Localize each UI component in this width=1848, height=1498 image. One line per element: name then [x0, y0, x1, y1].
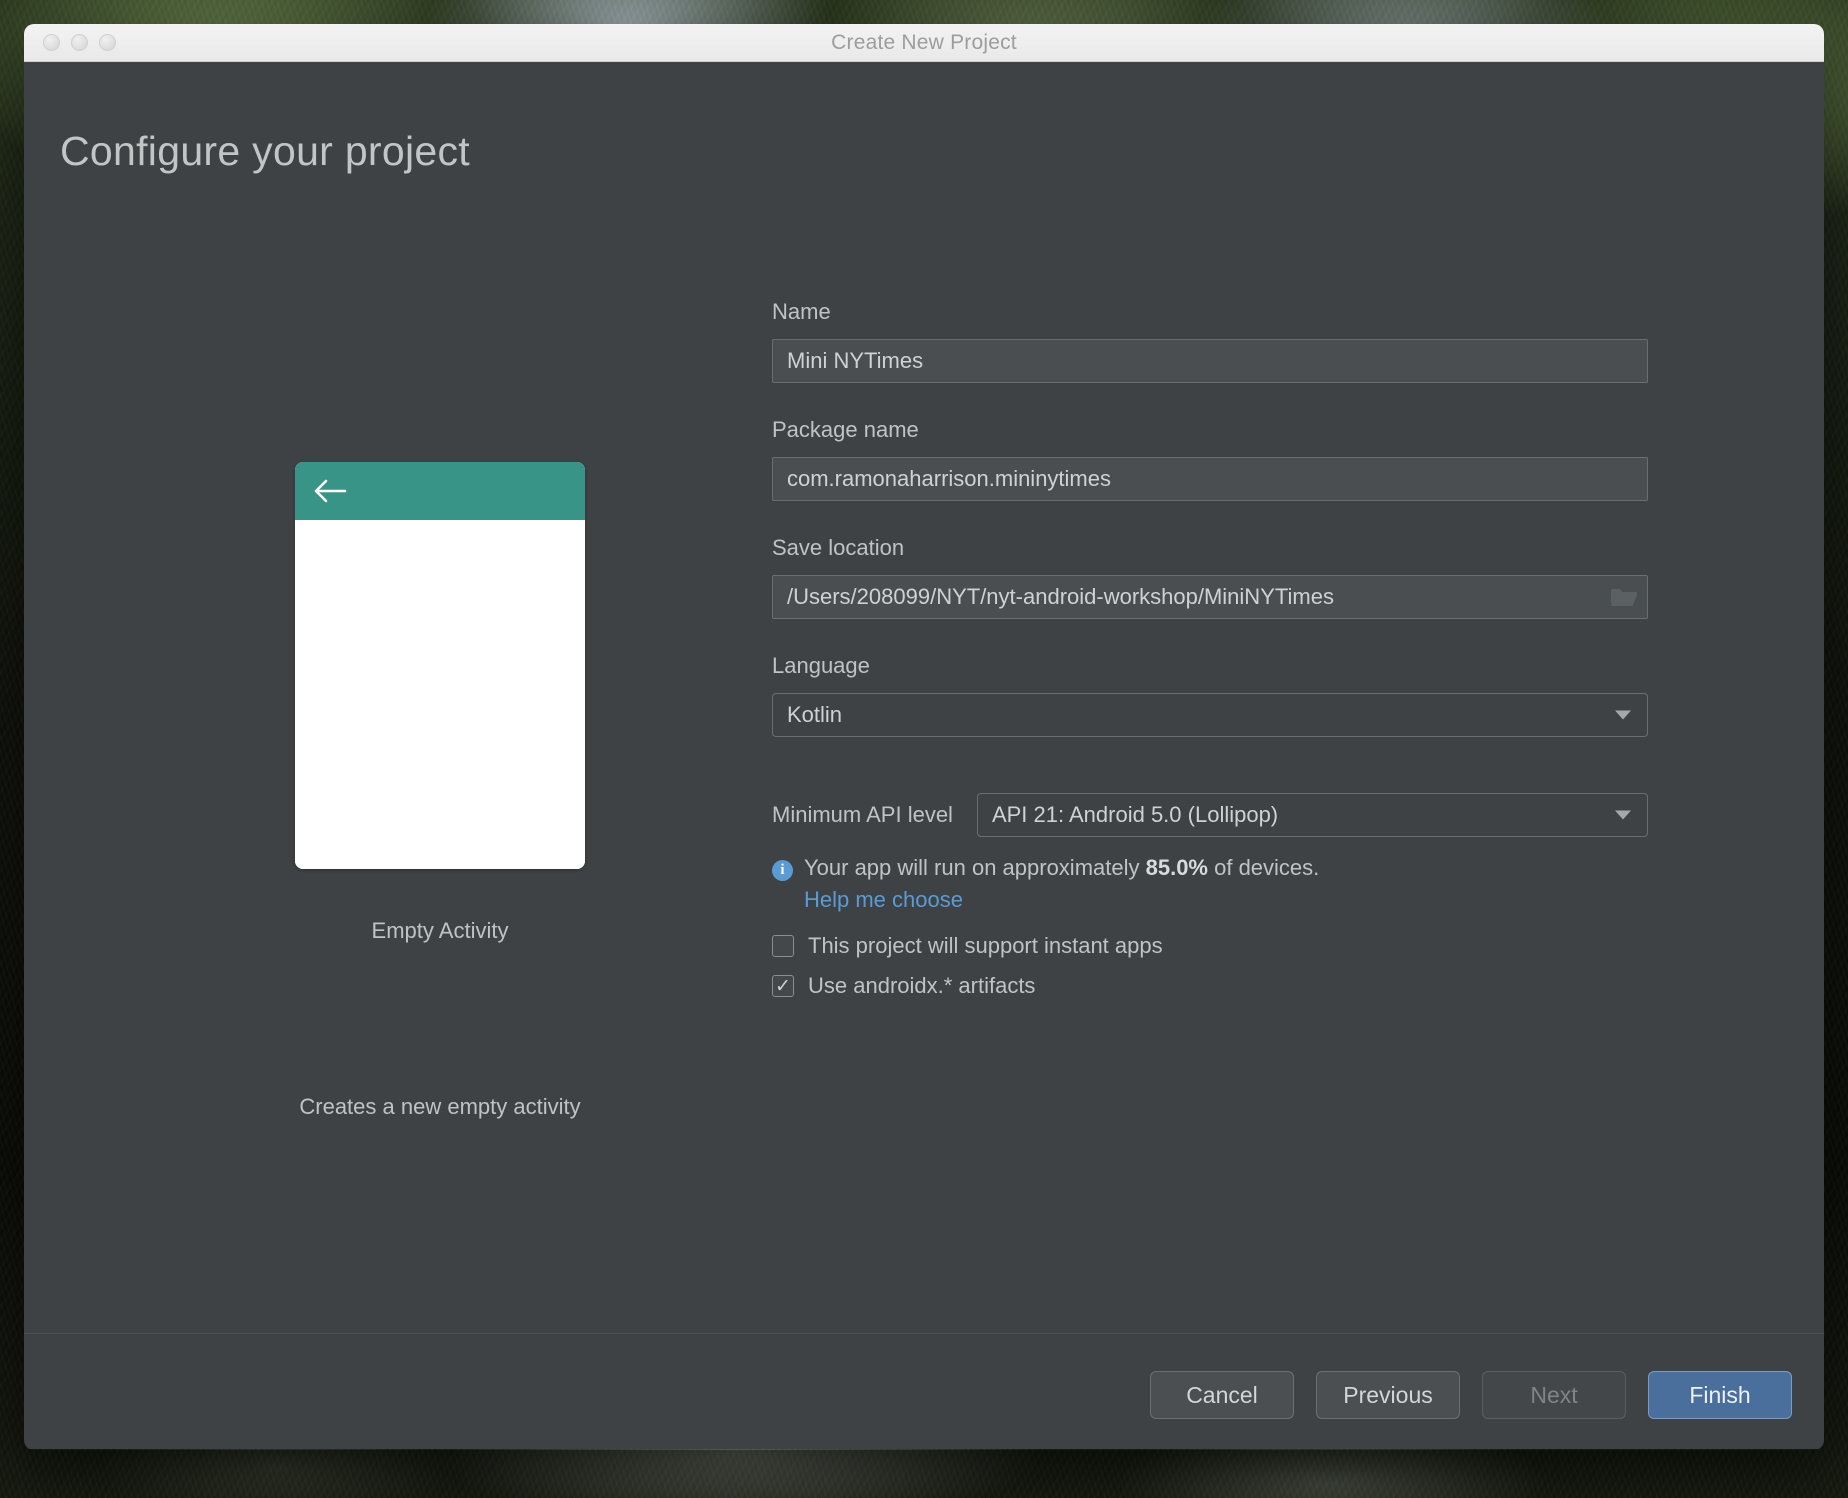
finish-button[interactable]: Finish	[1648, 1371, 1792, 1419]
field-package-name: Package name com.ramonaharrison.mininyti…	[772, 417, 1648, 501]
create-new-project-window: Create New Project Configure your projec…	[24, 24, 1824, 1450]
field-language: Language Kotlin	[772, 653, 1648, 737]
page-title: Configure your project	[60, 128, 470, 174]
field-minimum-api-level: Minimum API level API 21: Android 5.0 (L…	[772, 793, 1648, 837]
thumbnail-appbar	[295, 462, 585, 520]
footer-divider	[24, 1333, 1824, 1334]
window-titlebar[interactable]: Create New Project	[24, 24, 1824, 62]
back-arrow-icon	[314, 479, 347, 503]
instant-apps-label: This project will support instant apps	[808, 933, 1163, 958]
chevron-down-icon	[1615, 710, 1631, 720]
activity-preview: Empty Activity Creates a new empty activ…	[280, 462, 600, 1119]
coverage-text-before: Your app will run on approximately	[804, 855, 1146, 880]
checkbox-row-androidx[interactable]: ✓ Use androidx.* artifacts	[772, 973, 1648, 999]
info-icon: i	[772, 860, 793, 881]
minimum-api-level-label: Minimum API level	[772, 802, 953, 827]
project-config-form: Name Mini NYTimes Package name com.ramon…	[772, 299, 1648, 1013]
next-button: Next	[1482, 1371, 1626, 1419]
dialog-body: Configure your project Empty Activity Cr…	[24, 62, 1824, 1449]
coverage-text-after: of devices.	[1208, 855, 1320, 880]
cancel-button[interactable]: Cancel	[1150, 1371, 1294, 1419]
save-location-input[interactable]: /Users/208099/NYT/nyt-android-workshop/M…	[772, 575, 1648, 619]
field-save-location: Save location /Users/208099/NYT/nyt-andr…	[772, 535, 1648, 619]
activity-thumbnail	[295, 462, 585, 869]
previous-button[interactable]: Previous	[1316, 1371, 1460, 1419]
activity-template-name: Empty Activity	[371, 918, 509, 943]
language-label: Language	[772, 653, 870, 678]
checkbox-row-instant-apps[interactable]: This project will support instant apps	[772, 933, 1648, 959]
package-name-input[interactable]: com.ramonaharrison.mininytimes	[772, 457, 1648, 501]
help-me-choose-link[interactable]: Help me choose	[804, 887, 1648, 913]
window-title: Create New Project	[831, 30, 1017, 54]
package-name-label: Package name	[772, 417, 919, 442]
save-location-label: Save location	[772, 535, 905, 560]
instant-apps-checkbox[interactable]	[772, 935, 794, 957]
activity-template-description: Creates a new empty activity	[299, 1094, 581, 1119]
name-label: Name	[772, 299, 831, 324]
minimum-api-level-select[interactable]: API 21: Android 5.0 (Lollipop)	[976, 793, 1648, 837]
dialog-footer: Cancel Previous Next Finish	[1150, 1371, 1792, 1419]
thumbnail-content-area	[295, 520, 585, 869]
device-coverage-info: i Your app will run on approximately 85.…	[772, 855, 1648, 881]
field-name: Name Mini NYTimes	[772, 299, 1648, 383]
coverage-percent: 85.0%	[1145, 855, 1208, 880]
androidx-checkbox[interactable]: ✓	[772, 975, 794, 997]
folder-glyph	[1611, 589, 1637, 606]
chevron-down-icon	[1615, 810, 1631, 820]
name-input[interactable]: Mini NYTimes	[772, 339, 1648, 383]
language-select[interactable]: Kotlin	[772, 693, 1648, 737]
device-coverage-text: Your app will run on approximately 85.0%…	[804, 855, 1319, 881]
folder-icon[interactable]	[1608, 583, 1640, 611]
androidx-label: Use androidx.* artifacts	[808, 973, 1036, 998]
